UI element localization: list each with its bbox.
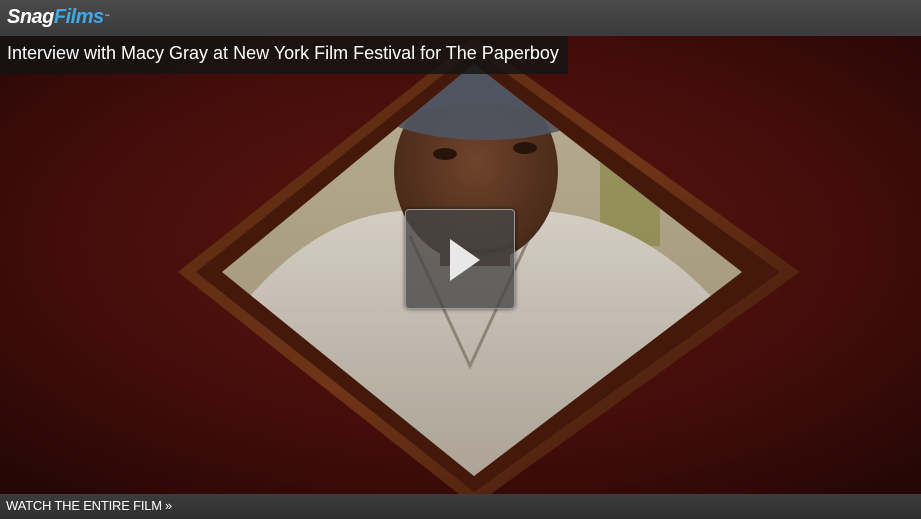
snagfilms-logo[interactable]: SnagFilms™ — [7, 4, 110, 30]
play-button[interactable] — [405, 209, 515, 309]
video-title: Interview with Macy Gray at New York Fil… — [0, 36, 568, 74]
watch-entire-film-label: WATCH THE ENTIRE FILM — [6, 498, 162, 513]
double-chevron-right-icon: » — [164, 498, 172, 513]
watch-entire-film-link[interactable]: WATCH THE ENTIRE FILM» — [6, 497, 172, 515]
bottom-bar: WATCH THE ENTIRE FILM» — [0, 494, 921, 519]
logo-snag-text: Snag — [7, 6, 54, 28]
logo-trademark: ™ — [104, 14, 110, 20]
play-icon — [450, 239, 480, 281]
logo-films-text: Films — [53, 6, 104, 28]
video-player: SnagFilms™ Interview with Macy Gray at N… — [0, 0, 921, 519]
brand-bar: SnagFilms™ — [0, 0, 921, 36]
